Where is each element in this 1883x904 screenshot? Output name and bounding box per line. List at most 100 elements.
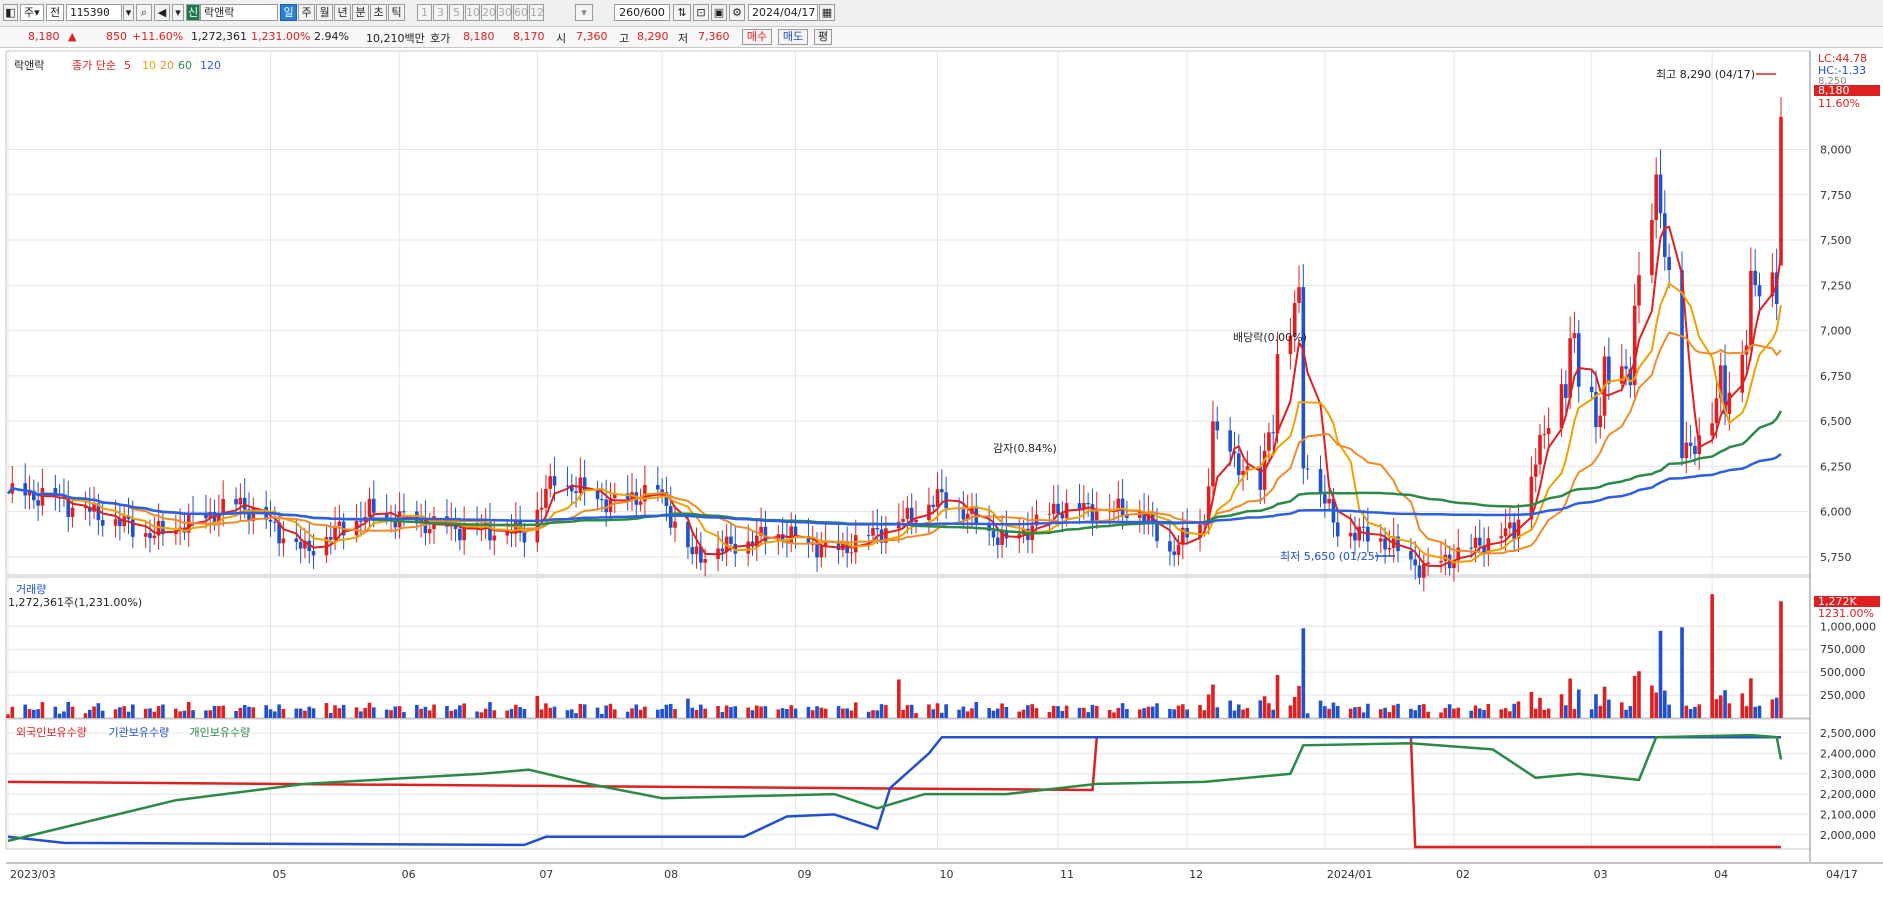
volume-bar xyxy=(100,710,105,718)
interval-button[interactable]: 1 xyxy=(417,4,432,21)
volume-bar xyxy=(673,709,677,718)
volume-bar xyxy=(1094,705,1099,718)
menu-icon[interactable]: ◧ xyxy=(3,4,18,21)
stock-chart[interactable]: 2023/03 05 06 07 08 09 10 11 12 2024/01 02 03 04 04/1… xyxy=(0,47,1883,904)
candle-body xyxy=(961,509,966,520)
speaker-icon[interactable]: ◀ xyxy=(154,4,170,21)
volume-bar xyxy=(1503,708,1508,718)
volume-bar xyxy=(458,705,462,718)
ma-legend-period: 120 xyxy=(200,59,221,72)
period-button[interactable]: 초 xyxy=(370,4,387,21)
dividend-annotation: 배당락(0.00%) xyxy=(1233,331,1307,344)
y-tick-label: 7,000 xyxy=(1820,325,1852,338)
calendar-icon[interactable]: ▦ xyxy=(819,4,835,21)
settings-icon[interactable]: ⚙ xyxy=(729,4,745,21)
candle-body xyxy=(1228,430,1232,452)
candle-body xyxy=(1572,333,1577,339)
volume-bar xyxy=(1693,706,1697,718)
high-label: 고 xyxy=(619,32,630,45)
volume-bar xyxy=(66,701,71,718)
volume-bar xyxy=(221,705,225,718)
volume-panel[interactable] xyxy=(6,594,1783,718)
candle-body xyxy=(668,506,673,528)
bar-count-field[interactable]: 260/600 xyxy=(614,4,670,21)
toolbar: ◧ 주▾ 전 115390 ▾ ⌕ ◀ ▾ 신 락앤락 일주월년분초틱 1351… xyxy=(0,0,1883,27)
period-button[interactable]: 월 xyxy=(316,4,333,21)
volume-bar xyxy=(931,709,936,718)
stock-name-field[interactable]: 락앤락 xyxy=(200,4,278,21)
buy-button[interactable]: 매수 xyxy=(742,29,772,45)
date-field[interactable]: 2024/04/17 xyxy=(748,4,818,21)
volume-bar xyxy=(914,713,918,718)
volume-bar xyxy=(87,709,92,718)
volume-bar xyxy=(866,711,871,718)
candle-body xyxy=(1542,434,1547,436)
sell-button[interactable]: 매도 xyxy=(778,29,808,45)
volume-bar xyxy=(793,708,798,718)
interval-button[interactable]: 120 xyxy=(529,4,544,21)
candle-body xyxy=(1779,116,1783,266)
market-select[interactable]: 주▾ xyxy=(20,4,44,21)
last-pct-label: 11.60% xyxy=(1818,97,1860,110)
ma-legend-period: 60 xyxy=(178,59,192,72)
volume-bar xyxy=(354,707,359,718)
zoom-icon[interactable]: ⊡ xyxy=(693,4,709,21)
volume-bar xyxy=(1594,694,1598,718)
period-button[interactable]: 주 xyxy=(298,4,315,21)
y-tick-label: 7,750 xyxy=(1820,189,1852,202)
flat-button[interactable]: 평 xyxy=(814,29,832,45)
candle-body xyxy=(660,489,664,493)
x-tick-label: 08 xyxy=(664,868,678,881)
volume-bar xyxy=(1137,709,1142,718)
interval-button[interactable]: 60 xyxy=(513,4,528,21)
volume-bar xyxy=(1667,704,1671,718)
interval-button[interactable]: 3 xyxy=(433,4,448,21)
tool-icon[interactable]: ⇅ xyxy=(673,4,691,21)
volume-bar xyxy=(238,707,243,718)
volume-bar xyxy=(488,702,492,718)
candle-body xyxy=(1323,494,1327,504)
period-button[interactable]: 분 xyxy=(352,4,369,21)
volume-bar xyxy=(294,708,299,718)
nav-dropdown-icon[interactable]: ▾ xyxy=(172,4,184,21)
volume-bar xyxy=(595,707,600,718)
candle-body xyxy=(36,500,40,506)
candle-body xyxy=(931,504,936,507)
interval-button[interactable]: 10 xyxy=(465,4,480,21)
candle-body xyxy=(234,498,238,505)
period-button[interactable]: 틱 xyxy=(388,4,405,21)
y-tick-label: 5,750 xyxy=(1820,551,1852,564)
candle-body xyxy=(729,536,733,544)
candle-body xyxy=(152,535,157,539)
stock-code-input[interactable]: 115390 xyxy=(66,4,122,21)
high-price: 8,290 xyxy=(637,30,669,43)
candle-body xyxy=(690,547,695,555)
holdings-panel[interactable] xyxy=(7,733,1783,849)
volume-bar xyxy=(1413,710,1418,718)
interval-button[interactable]: 30 xyxy=(497,4,512,21)
y-tick-label: 2,100,000 xyxy=(1820,808,1876,821)
interval-button[interactable]: 20 xyxy=(481,4,496,21)
scope-toggle[interactable]: 전 xyxy=(46,4,64,21)
code-dropdown-icon[interactable]: ▾ xyxy=(123,4,134,21)
price-panel[interactable] xyxy=(7,97,1783,592)
interval-dropdown-icon[interactable]: ▾ xyxy=(575,4,593,21)
volume-bar xyxy=(1056,706,1060,718)
save-icon[interactable]: ▣ xyxy=(711,4,727,21)
volume-bar xyxy=(909,704,914,718)
volume-bar xyxy=(1215,707,1220,718)
volume-bar xyxy=(298,708,303,718)
period-button[interactable]: 년 xyxy=(334,4,351,21)
volume-bar xyxy=(1770,699,1775,718)
volume-bar xyxy=(475,711,479,718)
interval-button[interactable]: 5 xyxy=(449,4,464,21)
candle-body xyxy=(522,532,527,543)
volume-bar xyxy=(884,705,888,718)
volume-bar xyxy=(1697,704,1702,718)
volume-bar xyxy=(1628,706,1633,718)
search-icon[interactable]: ⌕ xyxy=(136,4,152,21)
volume-bar xyxy=(625,711,630,718)
period-button[interactable]: 일 xyxy=(280,4,297,21)
volume-bar xyxy=(871,710,875,718)
volume-bar xyxy=(643,706,647,718)
